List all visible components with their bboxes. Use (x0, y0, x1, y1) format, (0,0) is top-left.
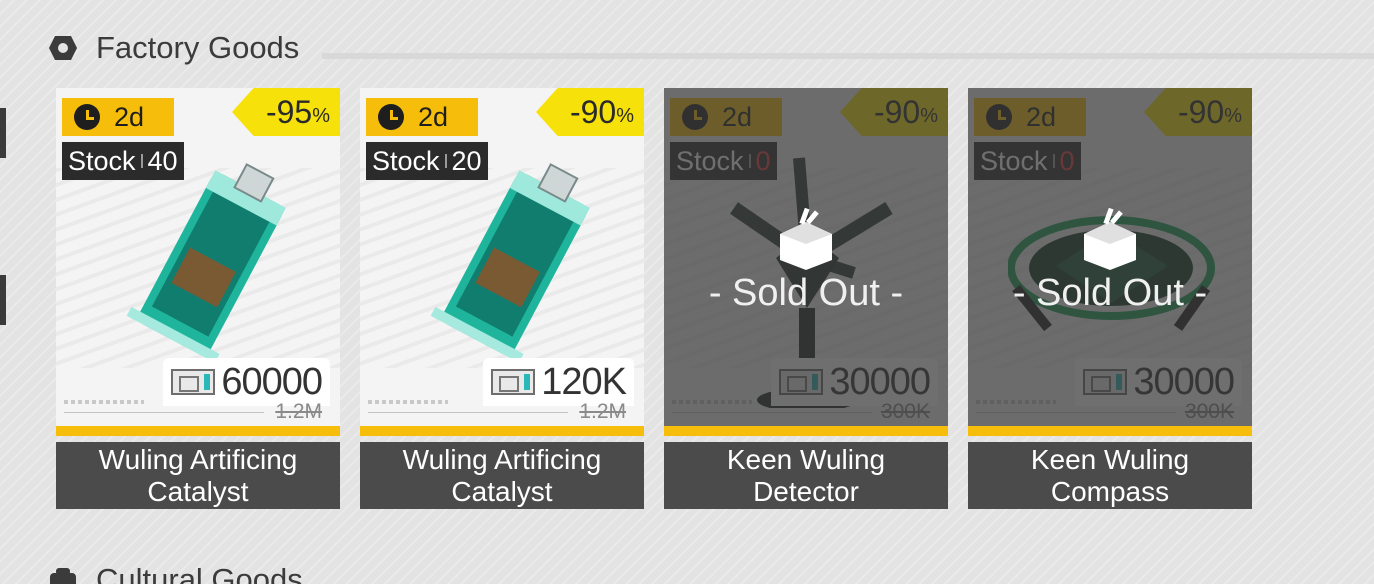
discount-value: -90 (569, 93, 617, 130)
item-panel: 2d -90 % Stock 0 30000 300K - Sold Out - (968, 88, 1252, 436)
sold-out-overlay: - Sold Out - (968, 88, 1252, 426)
time-remaining-badge: 2d (62, 98, 174, 136)
empty-box-icon (780, 208, 832, 270)
stock-separator (444, 154, 447, 168)
stock-badge: Stock 20 (366, 142, 488, 180)
item-panel: 2d -90 % Stock 0 30000 300K - Sold Out - (664, 88, 948, 436)
original-price: 1.2M (579, 400, 626, 423)
sold-out-label: - Sold Out - (1012, 272, 1208, 314)
item-name: Wuling Artificing Catalyst (56, 442, 340, 509)
item-panel: 2d -90 % Stock 20 120K 1.2M (360, 88, 644, 436)
decorative-line (368, 412, 568, 413)
original-price: 1.2M (275, 400, 322, 423)
clock-icon (378, 104, 404, 130)
decorative-line (64, 412, 264, 413)
left-edge-tab[interactable] (0, 108, 6, 158)
decorative-dashes (64, 400, 144, 404)
shop-item-card[interactable]: 2d -90 % Stock 20 120K 1.2M Wuling Artif… (360, 88, 644, 509)
section-title: Factory Goods (96, 30, 300, 65)
decorative-dashes (368, 400, 448, 404)
empty-box-icon (1084, 208, 1136, 270)
bag-icon (50, 568, 76, 584)
stock-label: Stock (372, 145, 440, 176)
discount-unit: % (616, 104, 634, 127)
price-value: 60000 (221, 360, 323, 403)
item-name: Keen Wuling Detector (664, 442, 948, 509)
item-name: Wuling Artificing Catalyst (360, 442, 644, 509)
time-remaining-value: 2d (114, 101, 145, 132)
section-factory-goods: Factory Goods (48, 30, 299, 66)
shop-item-card-sold-out[interactable]: 2d -90 % Stock 0 30000 300K - Sold Out -… (664, 88, 948, 509)
stock-badge: Stock 40 (62, 142, 184, 180)
section-divider (322, 53, 1374, 59)
stock-value: 40 (147, 145, 178, 176)
time-remaining-value: 2d (418, 101, 449, 132)
time-remaining-badge: 2d (366, 98, 478, 136)
discount-tag: -90 % (536, 88, 644, 136)
item-panel: 2d -95 % Stock 40 60000 1.2M (56, 88, 340, 436)
stock-separator (140, 154, 143, 168)
discount-value: -95 (265, 93, 313, 130)
price-value: 120K (541, 360, 627, 403)
clock-icon (74, 104, 100, 130)
hexagon-icon (49, 36, 77, 60)
stock-value: 20 (451, 145, 482, 176)
shop-item-card-sold-out[interactable]: 2d -90 % Stock 0 30000 300K - Sold Out -… (968, 88, 1252, 509)
price-box: 120K (483, 358, 634, 406)
original-price-row: 1.2M (368, 400, 626, 423)
ticket-currency-icon (171, 369, 216, 395)
shop-item-card[interactable]: 2d -95 % Stock 40 60000 1.2M Wuling Arti… (56, 88, 340, 509)
discount-unit: % (312, 104, 330, 127)
sold-out-label: - Sold Out - (708, 272, 904, 314)
stock-label: Stock (68, 145, 136, 176)
ticket-currency-icon (491, 369, 536, 395)
price-box: 60000 (163, 358, 330, 406)
left-edge-tab[interactable] (0, 275, 6, 325)
sold-out-overlay: - Sold Out - (664, 88, 948, 426)
section-title: Cultural Goods (96, 562, 303, 584)
section-cultural-goods: Cultural Goods (48, 562, 303, 584)
item-name: Keen Wuling Compass (968, 442, 1252, 509)
discount-tag: -95 % (232, 88, 340, 136)
original-price-row: 1.2M (64, 400, 322, 423)
